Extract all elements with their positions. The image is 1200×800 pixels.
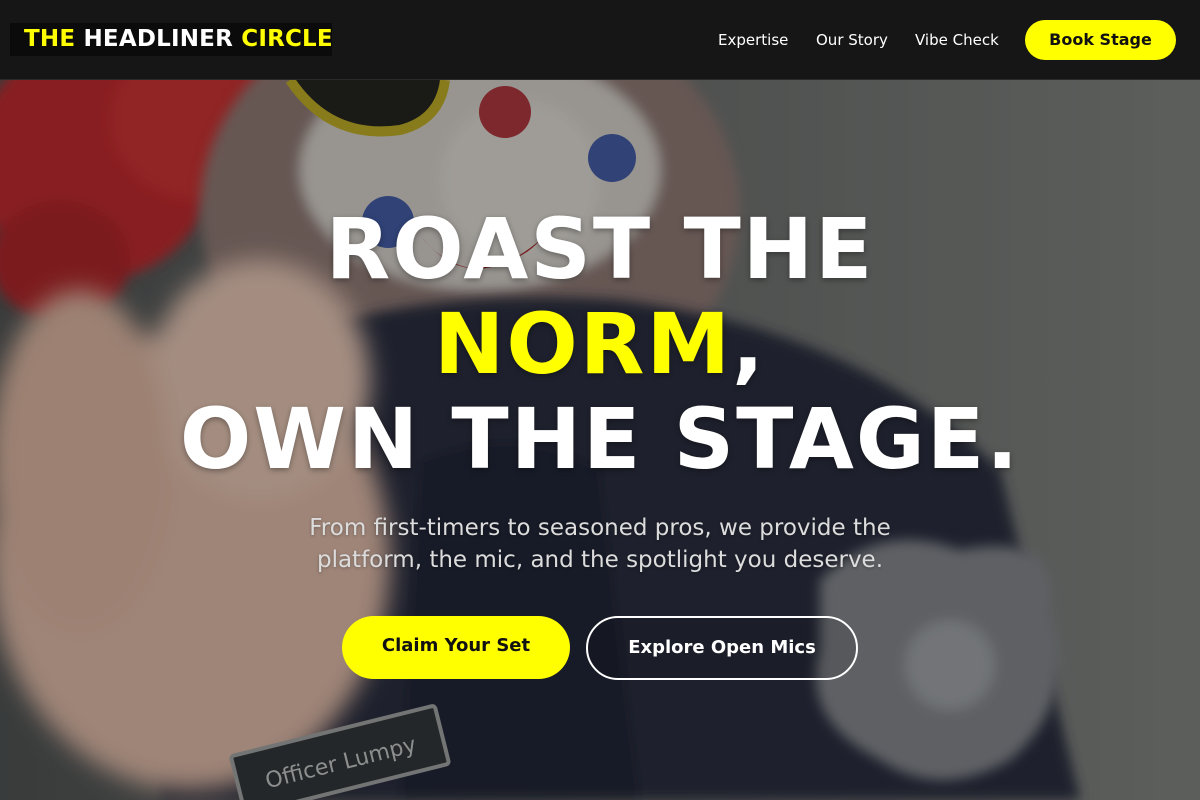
hero-subtitle: From first-timers to seasoned pros, we p… bbox=[309, 515, 891, 573]
hero-headline: ROAST THE NORM, OWN THE STAGE. bbox=[0, 202, 1200, 487]
claim-your-set-button[interactable]: Claim Your Set bbox=[342, 616, 570, 679]
headline-comma: , bbox=[732, 295, 766, 393]
explore-open-mics-button[interactable]: Explore Open Mics bbox=[586, 616, 858, 680]
nav-link-our-story[interactable]: Our Story bbox=[816, 30, 888, 50]
top-navbar: THE HEADLINER CIRCLE Expertise Our Story… bbox=[0, 0, 1200, 80]
headline-line-3: OWN THE STAGE. bbox=[179, 390, 1021, 488]
brand-logo[interactable]: THE HEADLINER CIRCLE bbox=[10, 23, 333, 56]
headline-line-2: NORM, bbox=[0, 297, 1200, 392]
headline-line-1: ROAST THE bbox=[325, 200, 875, 298]
headline-accent-word: NORM bbox=[434, 295, 733, 393]
nav-link-expertise[interactable]: Expertise bbox=[718, 30, 788, 50]
logo-word-the: THE bbox=[24, 26, 76, 52]
logo-word-circle: CIRCLE bbox=[241, 26, 333, 52]
logo-word-headliner: HEADLINER bbox=[83, 26, 234, 52]
hero-section: Officer Lumpy THE HEADLINER CIRCLE Exper… bbox=[0, 0, 1200, 800]
book-stage-button[interactable]: Book Stage bbox=[1025, 20, 1176, 60]
nav-link-vibe-check[interactable]: Vibe Check bbox=[915, 30, 999, 50]
